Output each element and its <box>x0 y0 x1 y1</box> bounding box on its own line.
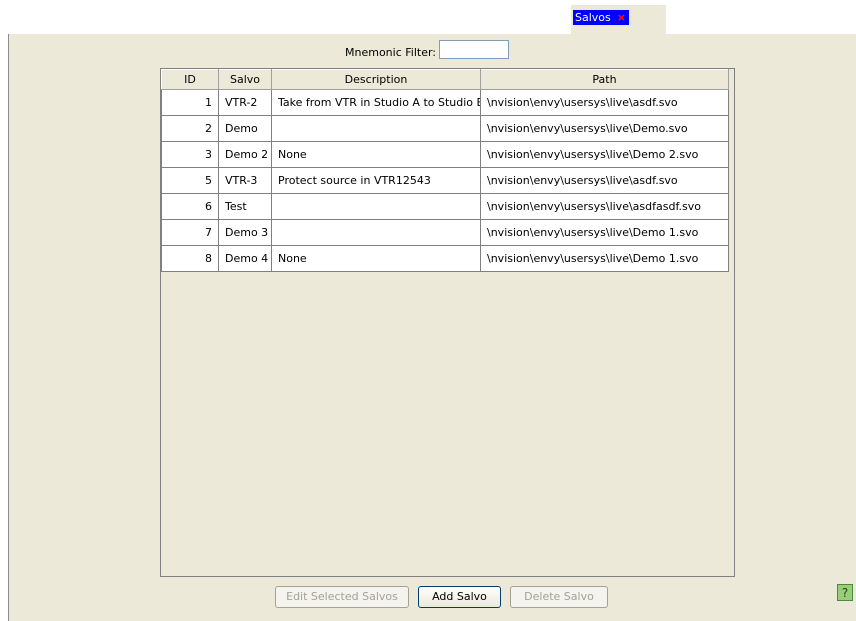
cell-id: 6 <box>161 193 219 220</box>
cell-id: 2 <box>161 115 219 142</box>
column-header-path[interactable]: Path <box>480 69 729 90</box>
column-header-description[interactable]: Description <box>271 69 481 90</box>
cell-description <box>271 219 481 246</box>
table-row[interactable]: 1 VTR-2 Take from VTR in Studio A to Stu… <box>161 89 729 116</box>
mnemonic-filter-input[interactable] <box>439 40 509 59</box>
close-icon[interactable]: × <box>617 11 626 24</box>
table-row[interactable]: 2 Demo \nvision\envy\usersys\live\Demo.s… <box>161 115 729 142</box>
table-row[interactable]: 3 Demo 2 None \nvision\envy\usersys\live… <box>161 141 729 168</box>
tab-title: Salvos <box>575 11 611 24</box>
cell-id: 1 <box>161 89 219 116</box>
cell-salvo: VTR-3 <box>218 167 272 194</box>
help-icon[interactable]: ? <box>837 584 853 601</box>
mnemonic-filter-label: Mnemonic Filter: <box>345 46 437 59</box>
tab-salvos[interactable]: Salvos × <box>571 5 666 34</box>
delete-salvo-button[interactable]: Delete Salvo <box>510 586 608 608</box>
column-header-id[interactable]: ID <box>161 69 219 90</box>
action-buttons: Edit Selected Salvos Add Salvo Delete Sa… <box>9 586 856 608</box>
tab-salvos-label[interactable]: Salvos × <box>573 10 629 25</box>
cell-salvo: Demo 3 <box>218 219 272 246</box>
table-row[interactable]: 7 Demo 3 \nvision\envy\usersys\live\Demo… <box>161 219 729 246</box>
cell-path: \nvision\envy\usersys\live\Demo 1.svo <box>480 219 729 246</box>
table-row[interactable]: 5 VTR-3 Protect source in VTR12543 \nvis… <box>161 167 729 194</box>
cell-path: \nvision\envy\usersys\live\asdfasdf.svo <box>480 193 729 220</box>
cell-salvo: Demo <box>218 115 272 142</box>
cell-path: \nvision\envy\usersys\live\Demo.svo <box>480 115 729 142</box>
cell-id: 7 <box>161 219 219 246</box>
add-salvo-button[interactable]: Add Salvo <box>418 586 501 608</box>
table-header-row: ID Salvo Description Path <box>161 69 729 90</box>
cell-path: \nvision\envy\usersys\live\asdf.svo <box>480 89 729 116</box>
cell-description: None <box>271 245 481 272</box>
cell-salvo: Demo 2 <box>218 141 272 168</box>
table-row[interactable]: 8 Demo 4 None \nvision\envy\usersys\live… <box>161 245 729 272</box>
cell-id: 8 <box>161 245 219 272</box>
cell-path: \nvision\envy\usersys\live\asdf.svo <box>480 167 729 194</box>
edit-selected-salvos-button[interactable]: Edit Selected Salvos <box>275 586 409 608</box>
cell-path: \nvision\envy\usersys\live\Demo 1.svo <box>480 245 729 272</box>
cell-description: Protect source in VTR12543 <box>271 167 481 194</box>
salvos-table: ID Salvo Description Path 1 VTR-2 Take f… <box>161 69 729 272</box>
cell-description <box>271 115 481 142</box>
salvos-table-container[interactable]: ID Salvo Description Path 1 VTR-2 Take f… <box>160 68 735 577</box>
cell-description: Take from VTR in Studio A to Studio B <box>271 89 481 116</box>
cell-salvo: Demo 4 <box>218 245 272 272</box>
cell-salvo: VTR-2 <box>218 89 272 116</box>
cell-id: 5 <box>161 167 219 194</box>
cell-path: \nvision\envy\usersys\live\Demo 2.svo <box>480 141 729 168</box>
cell-description: None <box>271 141 481 168</box>
salvos-panel: Mnemonic Filter: ID Salvo Description Pa… <box>8 34 856 621</box>
cell-description <box>271 193 481 220</box>
tab-strip: Salvos × <box>0 0 856 34</box>
column-header-salvo[interactable]: Salvo <box>218 69 272 90</box>
cell-salvo: Test <box>218 193 272 220</box>
cell-id: 3 <box>161 141 219 168</box>
table-row[interactable]: 6 Test \nvision\envy\usersys\live\asdfas… <box>161 193 729 220</box>
